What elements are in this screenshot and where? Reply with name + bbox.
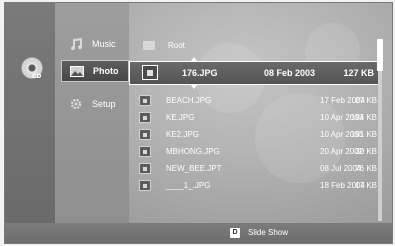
image-file-icon [139,129,151,140]
file-row[interactable]: KE.JPG 10 Apr 2003 194 KB [137,110,377,126]
file-name: 176.JPG [182,68,218,78]
image-file-icon [139,112,151,123]
image-file-icon [142,65,158,80]
selected-file-row[interactable]: 176.JPG 08 Feb 2003 127 KB [129,61,379,85]
file-name: ____1_.JPG [166,181,211,190]
image-file-icon [139,146,151,157]
d-key-icon: D [230,228,240,238]
screen: CD Music Photo Setup Root 176.JPG 08 Feb… [4,2,393,244]
bottom-hint-bar: D Slide Show [5,223,392,243]
menu-item-setup[interactable]: Setup [61,94,127,114]
image-file-icon [139,95,151,106]
slide-show-hint: Slide Show [248,228,289,237]
menu-item-label: Photo [93,66,119,76]
file-date: 08 Feb 2003 [264,68,316,78]
scroll-up-arrow-icon [191,57,197,61]
file-name: BEACH.JPG [166,96,212,105]
file-size: 30 KB [355,147,377,156]
scrollbar-thumb[interactable] [377,39,383,71]
menu-item-photo[interactable]: Photo [61,60,129,82]
file-size: 194 KB [350,113,377,122]
file-name: KE2.JPG [166,130,199,139]
file-row[interactable]: ____1_.JPG 18 Feb 2004 17 KB [137,178,377,194]
file-row[interactable]: MBHONG.JPG 20 Apr 2002 30 KB [137,144,377,160]
file-row[interactable]: BEACH.JPG 17 Feb 2004 27 KB [137,93,377,109]
file-name: KE.JPG [166,113,195,122]
left-strip: CD [5,3,55,223]
file-size: 191 KB [350,130,377,139]
menu-item-label: Setup [92,99,116,109]
file-name: NEW_BEE.JPT [166,164,222,173]
file-name: MBHONG.JPG [166,147,220,156]
file-size: 27 KB [355,96,377,105]
image-file-icon [139,180,151,191]
photo-icon [70,66,84,77]
music-icon [71,38,83,50]
menu-item-label: Music [92,39,116,49]
file-row[interactable]: NEW_BEE.JPT 08 Jul 2004 76 KB [137,161,377,177]
menu-item-music[interactable]: Music [61,34,127,54]
image-file-icon [139,163,151,174]
scroll-down-arrow-icon [191,85,197,89]
file-size: 76 KB [355,164,377,173]
file-size: 127 KB [343,68,374,78]
file-size: 17 KB [355,181,377,190]
file-row[interactable]: KE2.JPG 10 Apr 2003 191 KB [137,127,377,143]
menu-panel: Music Photo Setup [55,3,129,223]
setup-icon [70,98,82,110]
root-label: Root [168,41,185,50]
folder-icon [143,41,155,50]
disc-label: CD [32,73,42,80]
